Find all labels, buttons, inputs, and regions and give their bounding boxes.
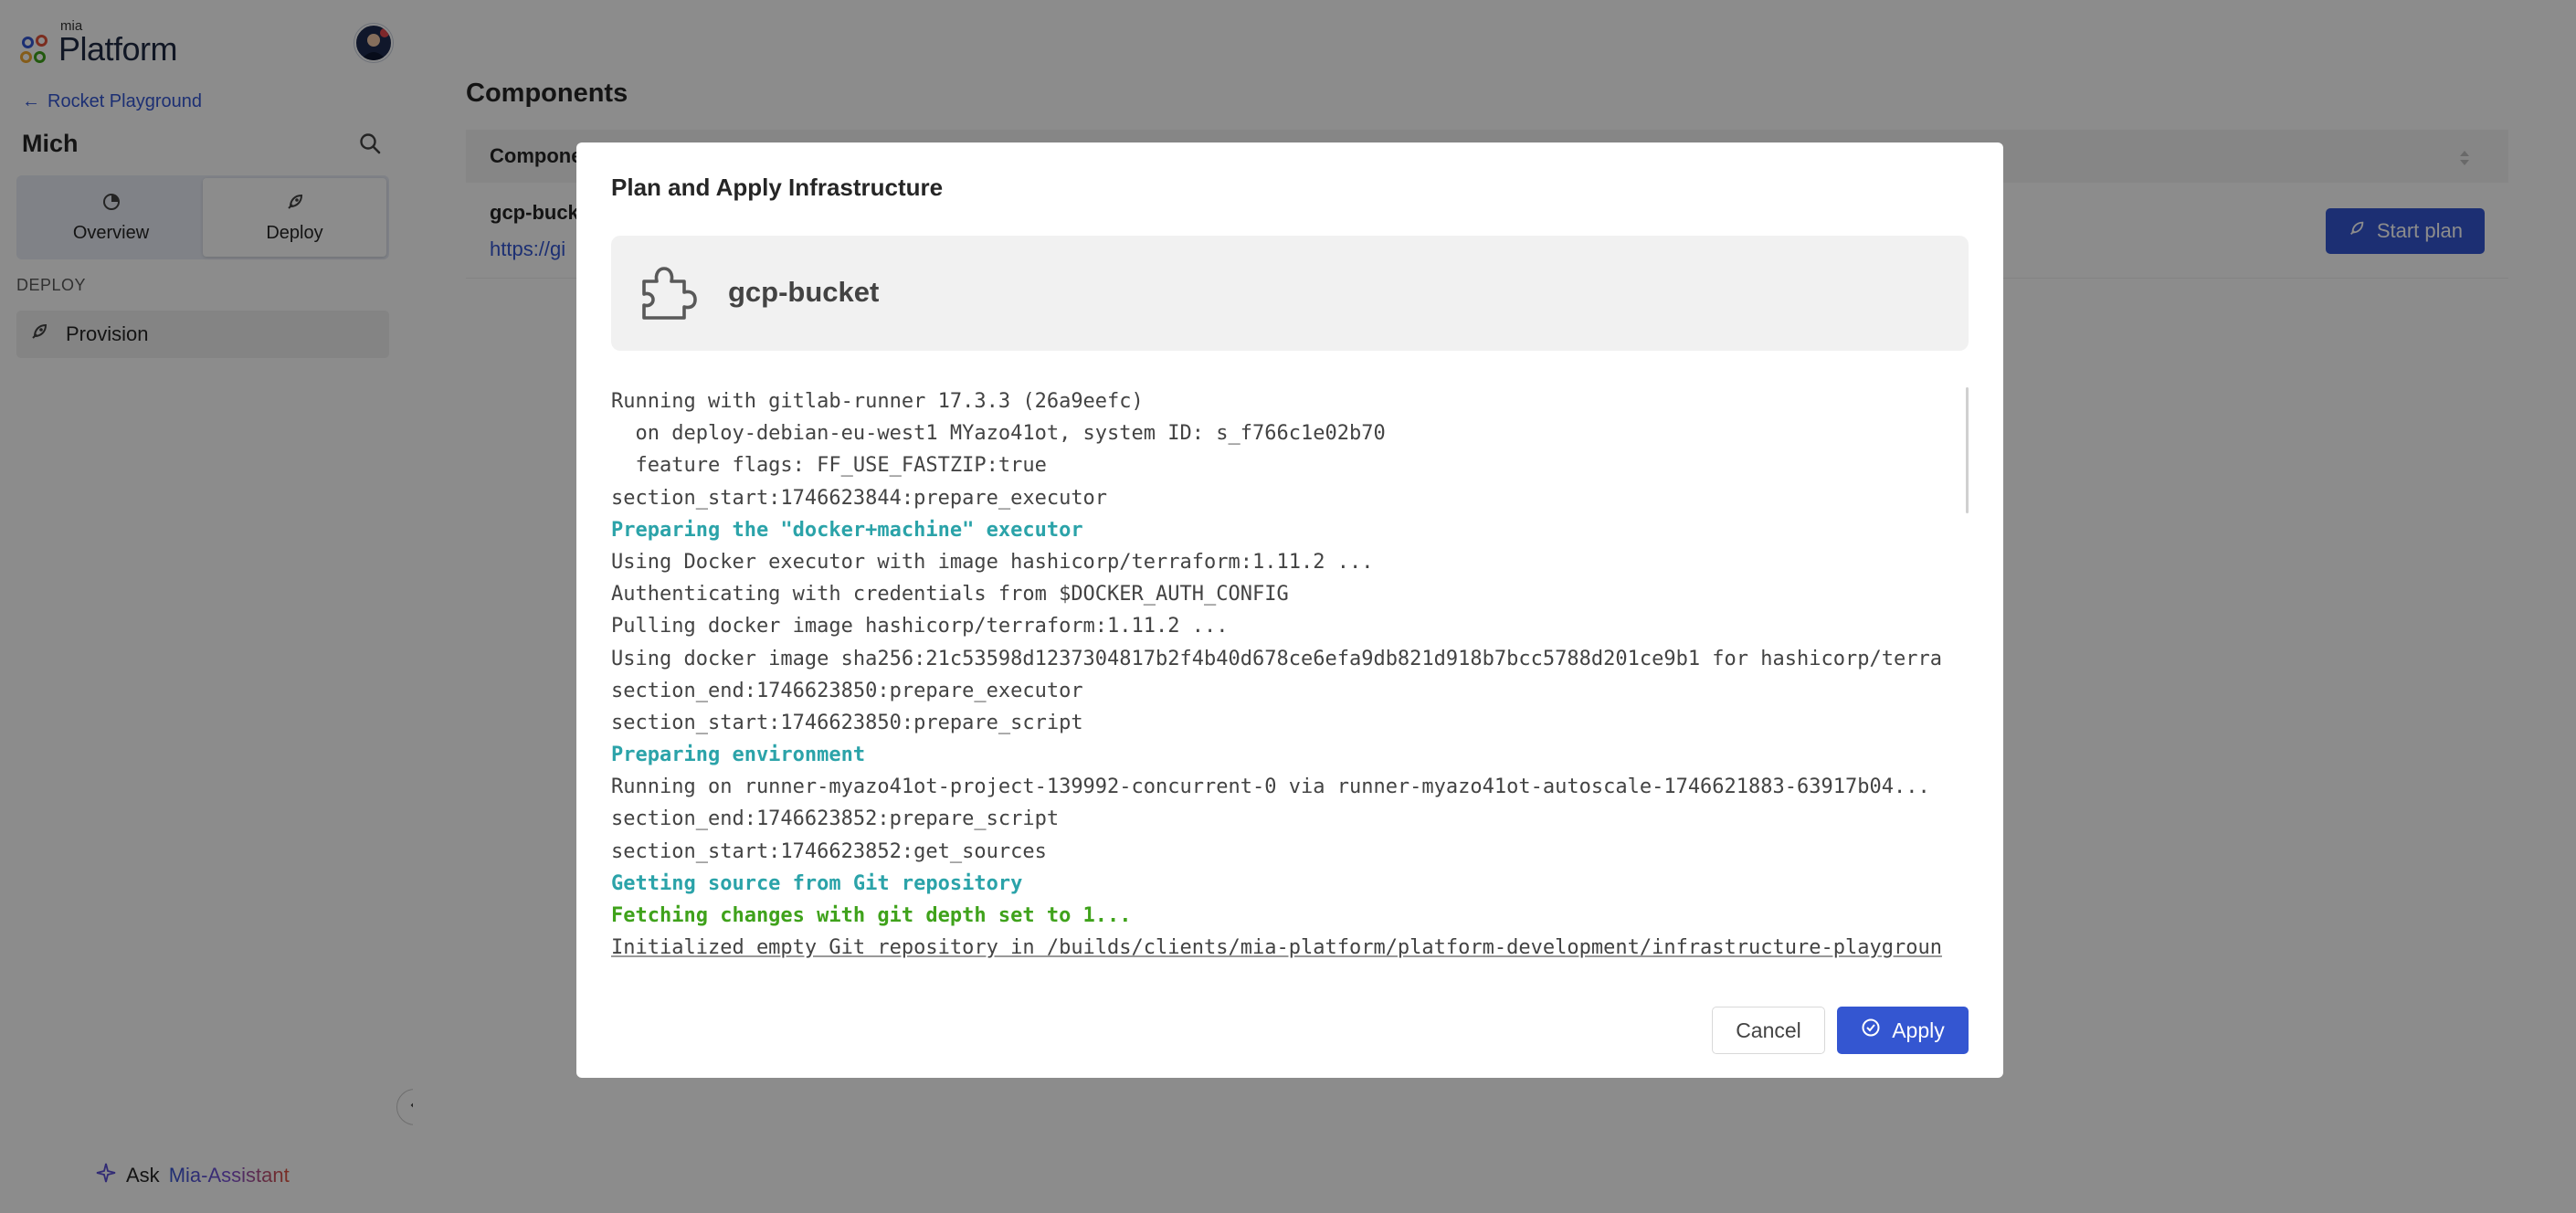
apply-label: Apply bbox=[1892, 1018, 1945, 1042]
log-line: Initialized empty Git repository in /bui… bbox=[611, 936, 1942, 960]
log-line: Pulling docker image hashicorp/terraform… bbox=[611, 615, 1229, 638]
resource-name: gcp-bucket bbox=[728, 276, 880, 308]
log-line: Getting source from Git repository bbox=[611, 871, 1023, 895]
log-line: Using Docker executor with image hashico… bbox=[611, 550, 1374, 574]
puzzle-piece-icon bbox=[635, 259, 701, 325]
log-line: section_start:1746623844:prepare_executo… bbox=[611, 486, 1108, 510]
log-line: section_end:1746623852:prepare_script bbox=[611, 807, 1060, 831]
log-line: Using docker image sha256:21c53598d12373… bbox=[611, 647, 1942, 670]
log-line: Preparing the "docker+machine" executor bbox=[611, 518, 1083, 542]
modal-title: Plan and Apply Infrastructure bbox=[611, 174, 944, 201]
log-line: section_start:1746623850:prepare_script bbox=[611, 711, 1083, 734]
plan-apply-modal: Plan and Apply Infrastructure gcp-bucket… bbox=[576, 142, 2003, 1078]
resource-card: gcp-bucket bbox=[611, 236, 1969, 351]
job-log-output[interactable]: Running with gitlab-runner 17.3.3 (26a9e… bbox=[611, 385, 1969, 970]
cancel-button[interactable]: Cancel bbox=[1712, 1007, 1825, 1054]
log-line: Running on runner-myazo41ot-project-1399… bbox=[611, 775, 1930, 799]
log-line: Authenticating with credentials from $DO… bbox=[611, 583, 1289, 606]
log-line: Preparing environment bbox=[611, 744, 866, 767]
log-line: section_start:1746623852:get_sources bbox=[611, 839, 1047, 863]
log-line: feature flags: FF_USE_FASTZIP:true bbox=[611, 454, 1047, 478]
log-line: section_end:1746623850:prepare_executor bbox=[611, 679, 1083, 702]
apply-button[interactable]: Apply bbox=[1837, 1007, 1969, 1054]
log-line: Running with gitlab-runner 17.3.3 (26a9e… bbox=[611, 390, 1144, 413]
log-line: on deploy-debian-eu-west1 MYazo41ot, sys… bbox=[611, 422, 1386, 446]
check-circle-icon bbox=[1861, 1018, 1881, 1043]
log-line: Fetching changes with git depth set to 1… bbox=[611, 904, 1132, 927]
log-scrollbar[interactable] bbox=[1966, 387, 1969, 513]
